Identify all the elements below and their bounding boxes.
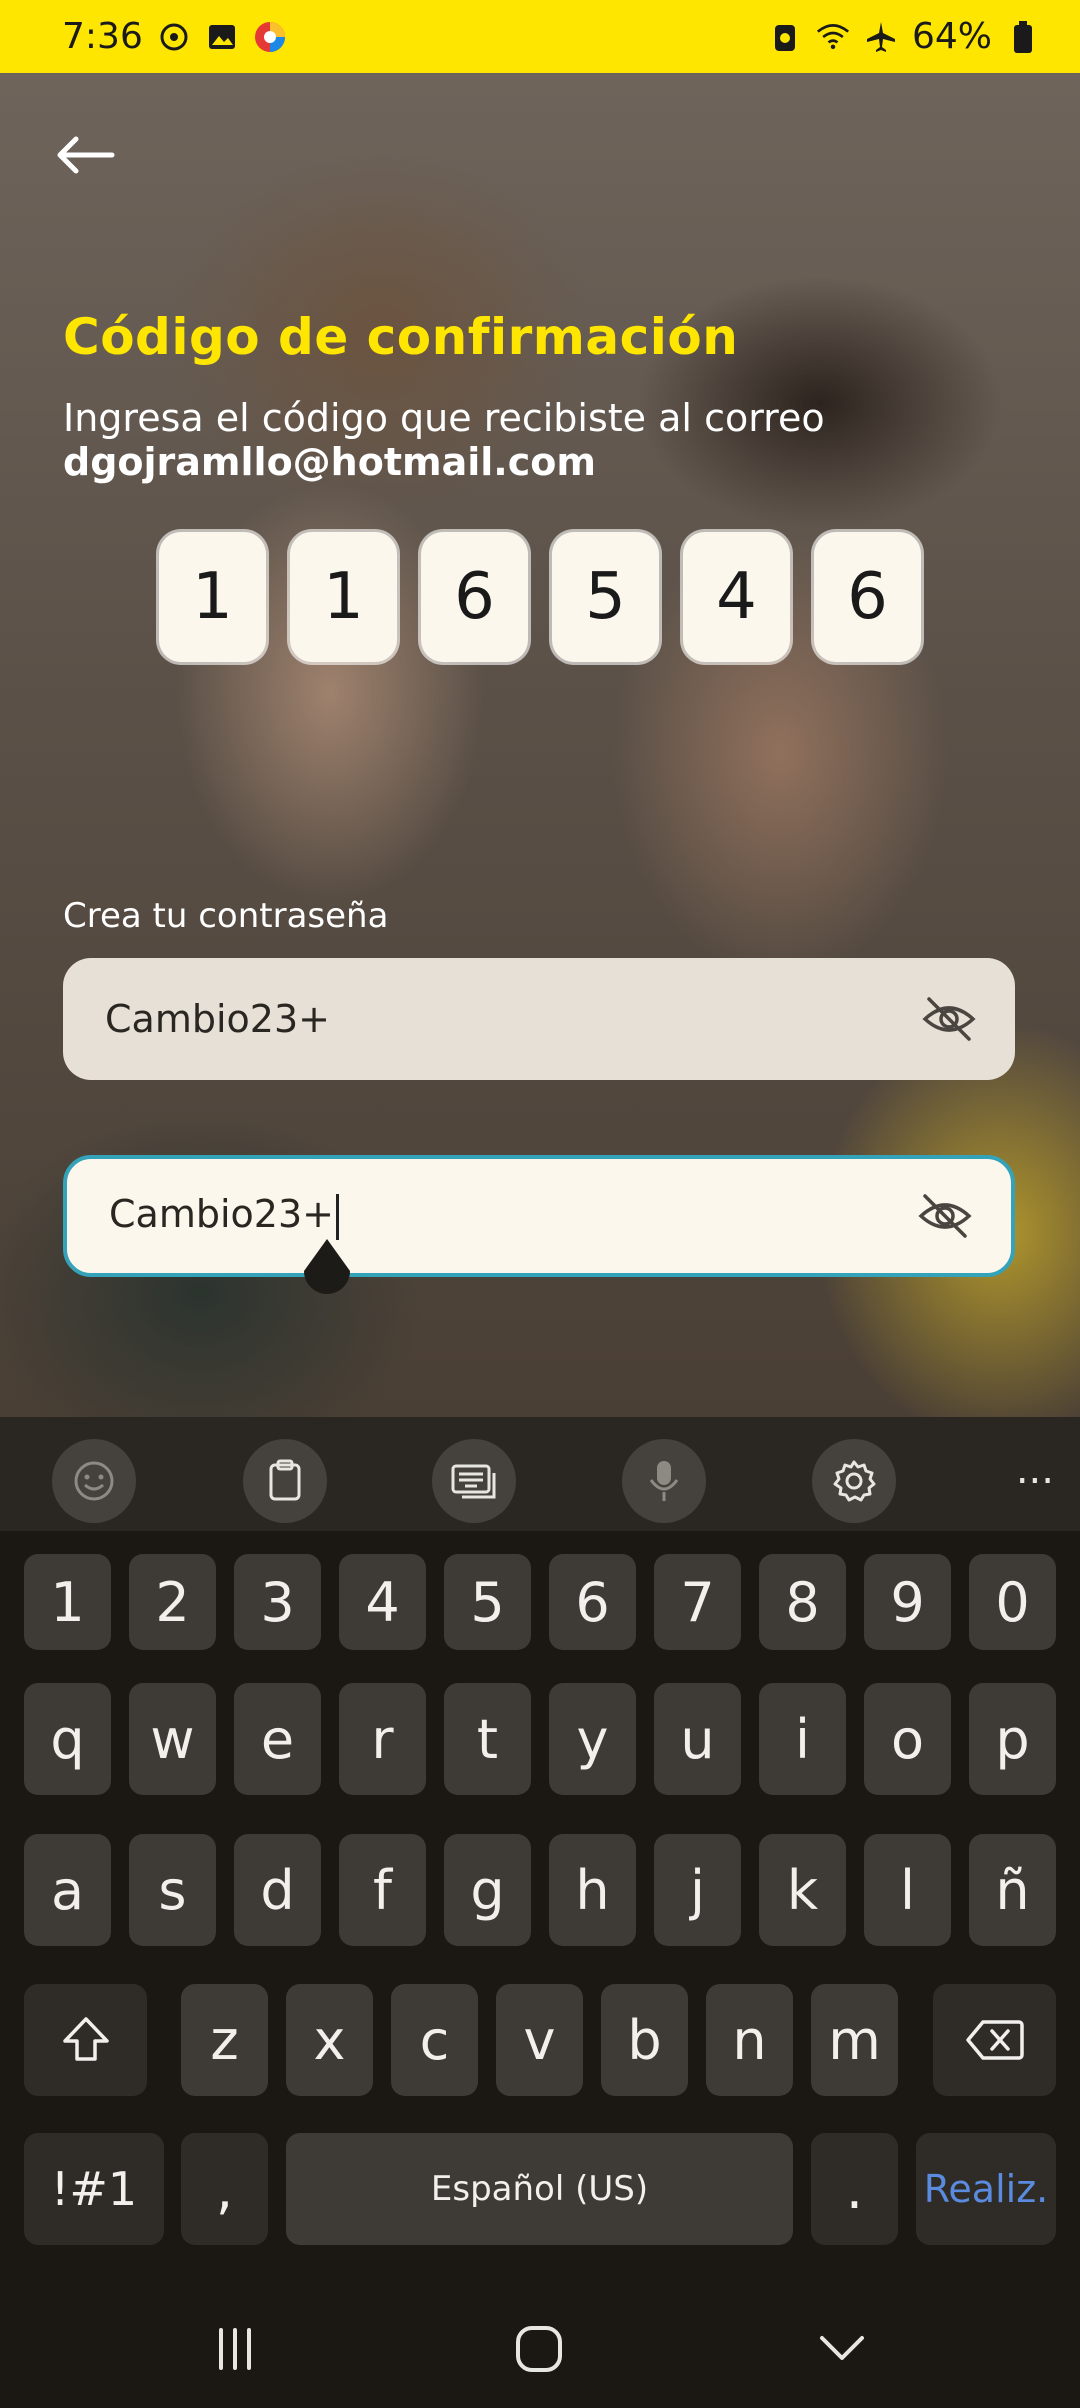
key-x[interactable]: x	[286, 1984, 373, 2096]
eye-off-icon[interactable]	[921, 991, 977, 1047]
key-f[interactable]: f	[339, 1834, 426, 1946]
password-value: Cambio23+	[105, 997, 330, 1041]
key-z[interactable]: z	[181, 1984, 268, 2096]
key-u[interactable]: u	[654, 1683, 741, 1795]
clipboard-icon	[269, 1459, 301, 1501]
key-w[interactable]: w	[129, 1683, 216, 1795]
wifi-icon	[816, 20, 850, 54]
navigation-bar	[0, 2290, 1080, 2408]
voice-input-button[interactable]	[622, 1439, 706, 1523]
key-t[interactable]: t	[444, 1683, 531, 1795]
key-s[interactable]: s	[129, 1834, 216, 1946]
key-r[interactable]: r	[339, 1683, 426, 1795]
key-8[interactable]: 8	[759, 1554, 846, 1650]
key-c[interactable]: c	[391, 1984, 478, 2096]
key-4[interactable]: 4	[339, 1554, 426, 1650]
code-digit-2[interactable]: 1	[290, 532, 397, 662]
key-6[interactable]: 6	[549, 1554, 636, 1650]
page-title: Código de confirmación	[63, 308, 739, 366]
key-k[interactable]: k	[759, 1834, 846, 1946]
key-7[interactable]: 7	[654, 1554, 741, 1650]
backspace-icon	[965, 2020, 1024, 2060]
comma-key[interactable]: ,	[181, 2133, 268, 2245]
shift-icon	[62, 2017, 109, 2061]
key-5[interactable]: 5	[444, 1554, 531, 1650]
key-m[interactable]: m	[811, 1984, 898, 2096]
symbols-key[interactable]: !#1	[24, 2133, 164, 2245]
battery-icon	[1006, 20, 1040, 54]
recent-apps-button[interactable]	[212, 2326, 258, 2372]
space-key[interactable]: Español (US)	[286, 2133, 793, 2245]
eye-off-icon[interactable]	[917, 1188, 973, 1244]
key-h[interactable]: h	[549, 1834, 636, 1946]
instructions: Ingresa el código que recibiste al corre…	[63, 396, 825, 484]
keyboard-toolbar: ...	[0, 1417, 1080, 1531]
back-arrow-icon	[57, 136, 115, 174]
key-g[interactable]: g	[444, 1834, 531, 1946]
key-d[interactable]: d	[234, 1834, 321, 1946]
key-1[interactable]: 1	[24, 1554, 111, 1650]
key-2[interactable]: 2	[129, 1554, 216, 1650]
battery-percent: 64%	[911, 16, 992, 57]
password-field[interactable]: Cambio23+	[63, 958, 1015, 1080]
key-n-tilde[interactable]: ñ	[969, 1834, 1056, 1946]
key-j[interactable]: j	[654, 1834, 741, 1946]
battery-saver-icon	[768, 20, 802, 54]
back-button[interactable]	[50, 120, 120, 190]
app-logo-icon	[253, 20, 287, 54]
confirm-password-value: Cambio23+	[109, 1192, 339, 1240]
key-v[interactable]: v	[496, 1984, 583, 2096]
key-9[interactable]: 9	[864, 1554, 951, 1650]
status-time: 7:36	[62, 16, 143, 57]
code-digit-1[interactable]: 1	[159, 532, 266, 662]
email-address: dgojramllo@hotmail.com	[63, 440, 596, 484]
sync-icon	[157, 20, 191, 54]
key-3[interactable]: 3	[234, 1554, 321, 1650]
clipboard-button[interactable]	[243, 1439, 327, 1523]
key-y[interactable]: y	[549, 1683, 636, 1795]
text-caret	[335, 1193, 339, 1240]
gallery-icon	[205, 20, 239, 54]
code-digit-6[interactable]: 6	[814, 532, 921, 662]
period-key[interactable]: .	[811, 2133, 898, 2245]
home-button[interactable]	[514, 2324, 564, 2374]
password-label: Crea tu contraseña	[63, 896, 389, 936]
key-p[interactable]: p	[969, 1683, 1056, 1795]
code-digit-5[interactable]: 4	[683, 532, 790, 662]
key-e[interactable]: e	[234, 1683, 321, 1795]
backspace-key[interactable]	[933, 1984, 1056, 2096]
more-options-button[interactable]: ...	[1016, 1447, 1054, 1493]
key-b[interactable]: b	[601, 1984, 688, 2096]
mic-icon	[649, 1461, 679, 1501]
key-0[interactable]: 0	[969, 1554, 1056, 1650]
keyboard-switch-button[interactable]	[432, 1439, 516, 1523]
key-i[interactable]: i	[759, 1683, 846, 1795]
hide-keyboard-button[interactable]	[818, 2330, 866, 2366]
key-n[interactable]: n	[706, 1984, 793, 2096]
keyboard: ... 1 2 3 4 5 6 7 8 9 0 q w e r t y u i …	[0, 1417, 1080, 2408]
code-digit-4[interactable]: 5	[552, 532, 659, 662]
emoji-button[interactable]	[52, 1439, 136, 1523]
gear-icon	[833, 1460, 876, 1502]
done-key[interactable]: Realiz.	[916, 2133, 1056, 2245]
status-bar: 7:36 64%	[0, 0, 1080, 73]
instructions-text: Ingresa el código que recibiste al corre…	[63, 396, 825, 440]
key-q[interactable]: q	[24, 1683, 111, 1795]
key-l[interactable]: l	[864, 1834, 951, 1946]
airplane-mode-icon	[864, 20, 898, 54]
confirmation-code: 1 1 6 5 4 6	[159, 532, 921, 662]
emoji-icon	[74, 1461, 114, 1501]
confirm-password-field[interactable]: Cambio23+	[63, 1155, 1015, 1277]
settings-button[interactable]	[812, 1439, 896, 1523]
key-o[interactable]: o	[864, 1683, 951, 1795]
key-a[interactable]: a	[24, 1834, 111, 1946]
code-digit-3[interactable]: 6	[421, 532, 528, 662]
keyboard-icon	[451, 1464, 496, 1499]
cursor-handle[interactable]	[300, 1237, 354, 1303]
shift-key[interactable]	[24, 1984, 147, 2096]
